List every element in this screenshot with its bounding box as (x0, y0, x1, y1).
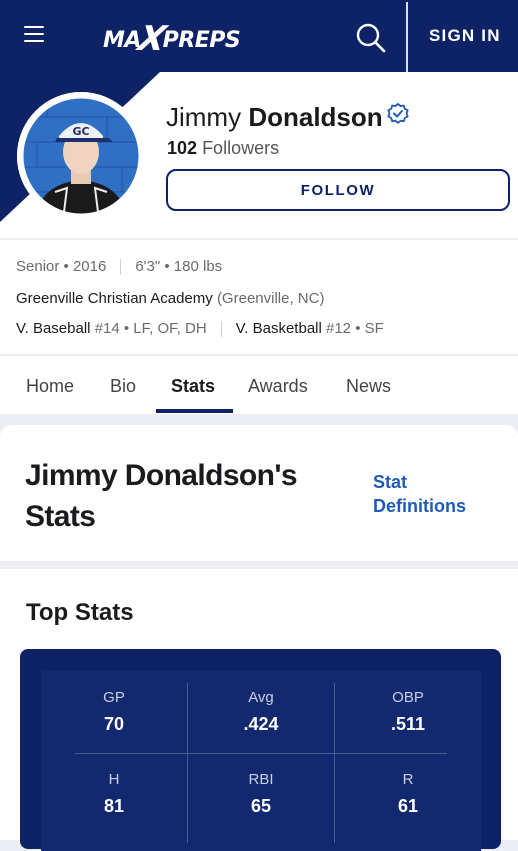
sport-baseball-link[interactable]: V. Baseball #14 • LF, OF, DH (16, 320, 207, 337)
stat-value: 70 (103, 714, 125, 734)
avatar[interactable]: GC (17, 92, 145, 220)
separator (220, 321, 222, 338)
class-and-size: Senior • 2016 6'3" • 180 lbs (16, 258, 223, 276)
tab-news[interactable]: News (346, 376, 391, 397)
maxpreps-logo[interactable]: MAXPREPS (103, 18, 241, 59)
stat-cell-gp: GP 70 (41, 689, 187, 735)
stat-label: RBI (248, 771, 274, 788)
tab-home[interactable]: Home (26, 376, 74, 397)
top-stats-grid: GP 70 Avg .424 OBP .511 H 81 RBI 65 R 61 (41, 671, 481, 851)
athlete-info: Senior • 2016 6'3" • 180 lbs Greenville C… (0, 240, 518, 354)
top-stats-section: Top Stats GP 70 Avg .424 OBP .511 H 81 R… (0, 569, 518, 851)
stat-cell-r: R 61 (335, 771, 481, 817)
svg-text:GC: GC (72, 125, 89, 138)
tab-awards[interactable]: Awards (248, 376, 308, 397)
sport-basketball-link[interactable]: V. Basketball #12 • SF (236, 320, 384, 337)
stats-title-card: Jimmy Donaldson's Stats Stat Definitions (0, 425, 518, 561)
stat-definitions-link[interactable]: Stat Definitions (373, 470, 493, 518)
tab-stats[interactable]: Stats (171, 376, 215, 397)
class-year: Senior • 2016 (16, 258, 107, 275)
stat-value: .511 (390, 714, 426, 734)
athlete-profile-header: GC Jimmy Donaldson 102 Followers FOLLOW (0, 72, 518, 238)
stat-value: 81 (103, 796, 125, 816)
height-weight: 6'3" • 180 lbs (135, 258, 223, 275)
top-stats-heading: Top Stats (26, 599, 134, 626)
stat-value: 65 (250, 796, 272, 816)
stat-label: GP (103, 689, 125, 706)
stat-value: 61 (397, 796, 419, 816)
verified-check-icon (387, 103, 409, 124)
stat-label: Avg (248, 689, 274, 706)
athlete-name: Jimmy Donaldson (166, 102, 383, 132)
stat-cell-h: H 81 (41, 771, 187, 817)
stat-cell-obp: OBP .511 (335, 689, 481, 735)
stat-label: OBP (392, 689, 424, 706)
stat-label: R (402, 771, 414, 788)
header-divider (406, 2, 408, 72)
follow-button[interactable]: FOLLOW (166, 169, 510, 211)
grid-divider (187, 683, 188, 843)
separator (120, 259, 122, 276)
school-link[interactable]: Greenville Christian Academy (16, 290, 213, 307)
school-line: Greenville Christian Academy (Greenville… (16, 290, 324, 307)
stat-label: H (108, 771, 120, 788)
profile-tabs: Home Bio Stats Awards News (0, 356, 518, 414)
tab-bio[interactable]: Bio (110, 376, 136, 397)
stat-cell-avg: Avg .424 (188, 689, 334, 735)
grid-divider (334, 683, 335, 843)
page-title: Jimmy Donaldson's Stats (25, 459, 298, 533)
active-tab-indicator (156, 409, 233, 413)
hamburger-menu-icon[interactable] (24, 26, 44, 44)
top-navigation-bar: MAXPREPS SIGN IN (0, 0, 518, 72)
top-stats-panel: GP 70 Avg .424 OBP .511 H 81 RBI 65 R 61 (20, 649, 501, 851)
grid-divider (75, 753, 447, 754)
sign-in-button[interactable]: SIGN IN (429, 26, 501, 46)
sports-line: V. Baseball #14 • LF, OF, DH V. Basketbal… (16, 320, 384, 338)
stat-value: .424 (243, 714, 279, 734)
followers-count[interactable]: 102 Followers (167, 138, 279, 159)
school-location: (Greenville, NC) (216, 290, 325, 307)
stat-cell-rbi: RBI 65 (188, 771, 334, 817)
search-icon[interactable] (355, 22, 387, 54)
